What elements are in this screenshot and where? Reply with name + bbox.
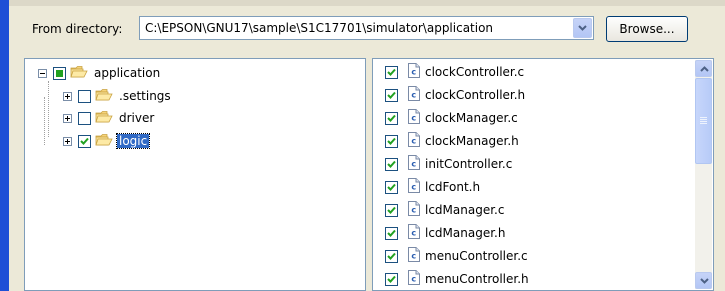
- file-list-item[interactable]: c clockManager.c: [385, 107, 518, 129]
- file-checkbox[interactable]: [385, 65, 398, 79]
- c-source-file-icon: c: [408, 224, 420, 242]
- svg-text:c: c: [411, 206, 416, 215]
- folder-open-icon: [95, 88, 113, 105]
- tree-node-label: .settings: [119, 89, 171, 103]
- folder-open-icon: [95, 110, 113, 127]
- file-name: clockManager.h: [425, 134, 519, 148]
- file-checkbox[interactable]: [385, 272, 398, 286]
- file-checkbox[interactable]: [385, 157, 398, 171]
- file-list-panel[interactable]: c clockController.c c clockController.h c clo…: [372, 58, 714, 291]
- dialog-top-strip: [0, 0, 725, 6]
- file-list-item[interactable]: c initController.c: [385, 153, 512, 175]
- scroll-down-button[interactable]: [695, 272, 712, 289]
- tree-node-settings[interactable]: .settings: [63, 86, 173, 106]
- tree-node-root[interactable]: application: [38, 63, 162, 83]
- file-list-item[interactable]: c clockController.h: [385, 84, 525, 106]
- file-list-item[interactable]: c lcdManager.c: [385, 199, 504, 221]
- file-list-item[interactable]: c clockController.c: [385, 61, 524, 83]
- file-list-item[interactable]: c lcdManager.h: [385, 222, 505, 244]
- tree-node-driver[interactable]: driver: [63, 108, 156, 128]
- file-list-item[interactable]: c menuController.c: [385, 245, 528, 267]
- svg-text:c: c: [411, 160, 416, 169]
- combo-dropdown-button[interactable]: [573, 18, 592, 38]
- file-checkbox[interactable]: [385, 226, 398, 240]
- scroll-up-button[interactable]: [695, 60, 712, 77]
- from-directory-label: From directory:: [32, 22, 123, 36]
- browse-button[interactable]: Browse...: [606, 16, 688, 42]
- c-source-file-icon: c: [408, 86, 420, 104]
- svg-text:c: c: [411, 183, 416, 192]
- svg-text:c: c: [411, 91, 416, 100]
- folder-open-icon: [95, 133, 113, 150]
- window-left-border: [0, 0, 9, 291]
- expand-toggle-icon[interactable]: [63, 136, 72, 146]
- tree-root-checkbox[interactable]: [53, 66, 66, 80]
- file-name: clockController.h: [425, 88, 526, 102]
- tree-node-checkbox[interactable]: [78, 111, 91, 125]
- file-checkbox[interactable]: [385, 203, 398, 217]
- file-list-item[interactable]: c menuController.h: [385, 268, 529, 290]
- tree-connector: [44, 97, 45, 145]
- tree-connector: [48, 81, 49, 137]
- svg-text:c: c: [411, 114, 416, 123]
- svg-text:c: c: [411, 275, 416, 284]
- file-name: initController.c: [425, 157, 513, 171]
- c-source-file-icon: c: [408, 109, 420, 127]
- c-source-file-icon: c: [408, 178, 420, 196]
- svg-text:c: c: [411, 252, 416, 261]
- scroll-thumb[interactable]: [695, 78, 712, 164]
- expand-toggle-icon[interactable]: [63, 91, 72, 101]
- file-name: lcdFont.h: [425, 180, 481, 194]
- file-name: lcdManager.c: [425, 203, 505, 217]
- file-checkbox[interactable]: [385, 249, 398, 263]
- c-source-file-icon: c: [408, 247, 420, 265]
- folder-open-icon: [70, 65, 88, 82]
- svg-text:c: c: [411, 229, 416, 238]
- c-source-file-icon: c: [408, 201, 420, 219]
- tree-root-label: application: [94, 66, 161, 80]
- file-checkbox[interactable]: [385, 111, 398, 125]
- file-list-item[interactable]: c lcdFont.h: [385, 176, 480, 198]
- file-name: menuController.c: [425, 249, 528, 263]
- c-source-file-icon: c: [408, 155, 420, 173]
- file-name: clockController.c: [425, 65, 525, 79]
- tree-node-checkbox[interactable]: [78, 134, 91, 148]
- file-list-item[interactable]: c clockManager.h: [385, 130, 519, 152]
- svg-text:c: c: [411, 68, 416, 77]
- file-checkbox[interactable]: [385, 88, 398, 102]
- directory-value: C:\EPSON\GNU17\sample\S1C17701\simulator…: [145, 21, 494, 35]
- tree-node-checkbox[interactable]: [78, 89, 91, 103]
- svg-text:c: c: [411, 137, 416, 146]
- folder-tree-panel[interactable]: application .settings driver logic: [24, 58, 366, 291]
- vertical-scrollbar[interactable]: [695, 60, 712, 289]
- c-source-file-icon: c: [408, 132, 420, 150]
- c-source-file-icon: c: [408, 270, 420, 288]
- collapse-toggle-icon[interactable]: [38, 68, 47, 78]
- tree-node-logic[interactable]: logic: [63, 131, 151, 151]
- file-checkbox[interactable]: [385, 180, 398, 194]
- tree-node-label-selected: logic: [115, 133, 151, 149]
- file-name: menuController.h: [425, 272, 529, 286]
- file-name: clockManager.c: [425, 111, 518, 125]
- file-checkbox[interactable]: [385, 134, 398, 148]
- tree-node-label: driver: [119, 111, 155, 125]
- expand-toggle-icon[interactable]: [63, 113, 72, 123]
- directory-combobox[interactable]: C:\EPSON\GNU17\sample\S1C17701\simulator…: [139, 16, 594, 40]
- c-source-file-icon: c: [408, 63, 420, 81]
- file-name: lcdManager.h: [425, 226, 506, 240]
